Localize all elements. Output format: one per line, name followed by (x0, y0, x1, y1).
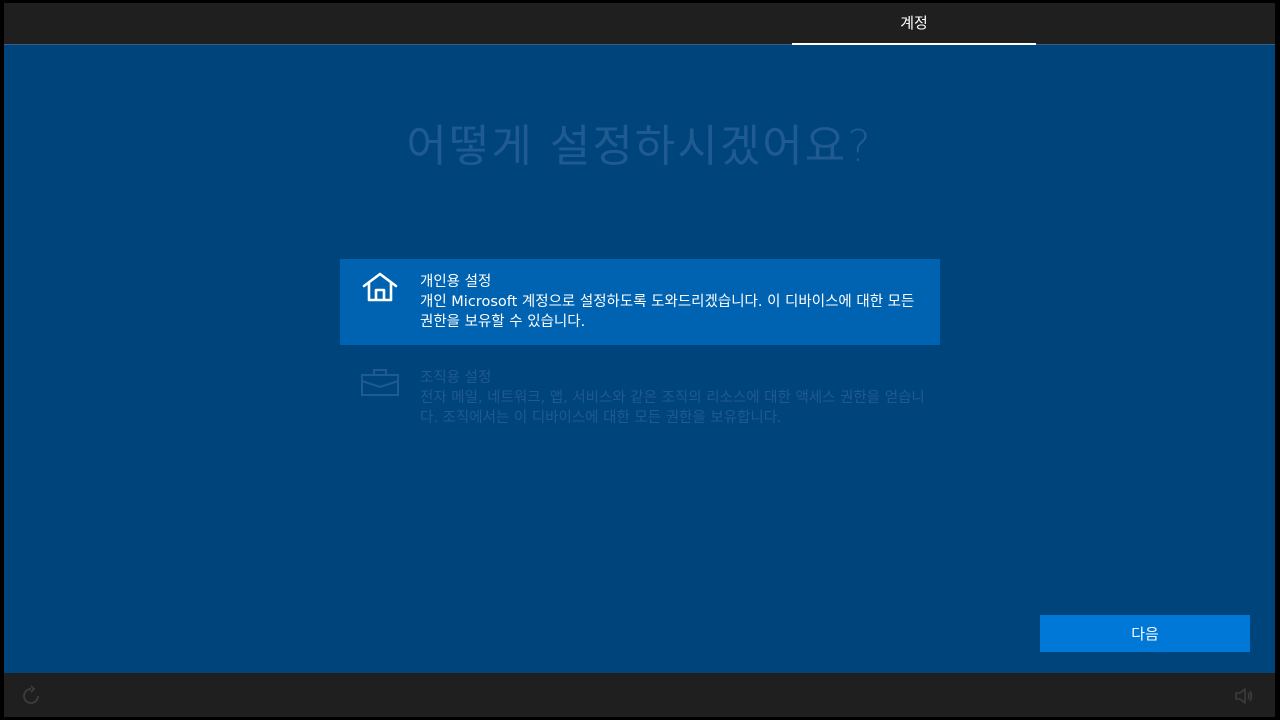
ease-of-access-icon[interactable] (20, 685, 42, 707)
briefcase-icon (361, 369, 399, 396)
option-organization-use[interactable]: 조직용 설정 전자 메일, 네트워크, 앱, 서비스와 같은 조직의 리소스에 … (340, 355, 940, 445)
oobe-window: 계정 어떻게 설정하시겠어요? 개인용 설정 개인 Microsoft 계정으로… (4, 3, 1275, 717)
tab-account: 계정 (792, 3, 1036, 45)
volume-icon[interactable] (1233, 685, 1255, 707)
option-organization-description: 전자 메일, 네트워크, 앱, 서비스와 같은 조직의 리소스에 대한 액세스 … (420, 390, 925, 426)
page-title: 어떻게 설정하시겠어요? (406, 121, 873, 172)
option-personal-description: 개인 Microsoft 계정으로 설정하도록 도와드리겠습니다. 이 디바이스… (420, 294, 915, 330)
home-icon (362, 272, 398, 302)
tab-active-indicator (792, 43, 1036, 45)
option-personal-use[interactable]: 개인용 설정 개인 Microsoft 계정으로 설정하도록 도와드리겠습니다.… (340, 259, 940, 345)
tab-account-label: 계정 (900, 14, 928, 32)
option-organization-title: 조직용 설정 (420, 370, 492, 386)
option-personal-title: 개인용 설정 (420, 274, 492, 290)
top-bar: 계정 (4, 3, 1275, 45)
next-button[interactable]: 다음 (1040, 615, 1250, 652)
bottom-bar (4, 673, 1275, 717)
